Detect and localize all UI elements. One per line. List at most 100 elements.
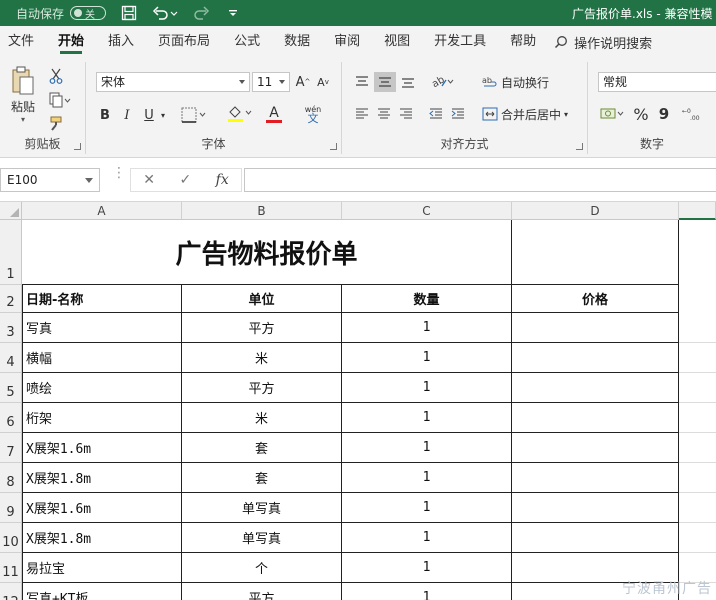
cell-qty[interactable]: 1 (342, 343, 512, 373)
undo-icon[interactable] (152, 4, 170, 22)
comma-style-button[interactable]: 9 (656, 104, 672, 124)
wrap-text-button[interactable]: ab 自动换行 (482, 72, 552, 92)
cell-unit[interactable]: 单写真 (182, 493, 342, 523)
tab-insert[interactable]: 插入 (96, 26, 146, 58)
clipboard-launcher[interactable] (74, 143, 81, 150)
alignment-launcher[interactable] (576, 143, 583, 150)
font-color-icon[interactable]: A (260, 102, 288, 126)
tab-data[interactable]: 数据 (272, 26, 322, 58)
format-painter-icon[interactable] (46, 114, 66, 134)
header-cell-name[interactable]: 日期-名称 (22, 285, 182, 313)
header-cell-unit[interactable]: 单位 (182, 285, 342, 313)
row-header[interactable]: 4 (0, 343, 22, 373)
align-right-icon[interactable] (396, 104, 416, 124)
cell-price[interactable] (512, 523, 679, 553)
merge-center-button[interactable]: 合并后居中 ▾ (482, 104, 580, 124)
insert-function-button[interactable]: fx (216, 172, 229, 188)
align-middle-icon[interactable] (374, 72, 396, 92)
increase-font-icon[interactable]: A ^ (294, 72, 312, 92)
font-name-select[interactable]: 宋体 (96, 72, 250, 92)
cell-unit[interactable]: 平方 (182, 373, 342, 403)
font-launcher[interactable] (330, 143, 337, 150)
select-all-corner[interactable] (0, 202, 22, 220)
cut-icon[interactable] (46, 66, 66, 86)
orientation-icon[interactable]: ab (428, 70, 456, 92)
cell-qty[interactable]: 1 (342, 463, 512, 493)
tab-developer[interactable]: 开发工具 (422, 26, 498, 58)
align-left-icon[interactable] (352, 104, 372, 124)
row-header[interactable]: 9 (0, 493, 22, 523)
cell-qty[interactable]: 1 (342, 523, 512, 553)
row-header[interactable]: 8 (0, 463, 22, 493)
cell-name[interactable]: 易拉宝 (22, 553, 182, 583)
cell-name[interactable]: X展架1.8m (22, 523, 182, 553)
header-cell-price[interactable]: 价格 (512, 285, 679, 313)
cell-price[interactable] (512, 493, 679, 523)
tab-review[interactable]: 审阅 (322, 26, 372, 58)
customize-toolbar-icon[interactable] (224, 4, 242, 22)
underline-dropdown-icon[interactable]: ▾ (158, 104, 168, 126)
column-header-b[interactable]: B (182, 202, 342, 220)
cell-unit[interactable]: 套 (182, 463, 342, 493)
underline-button[interactable]: U (140, 104, 158, 126)
tab-home[interactable]: 开始 (46, 26, 96, 58)
tab-formulas[interactable]: 公式 (222, 26, 272, 58)
cell-name[interactable]: X展架1.6m (22, 433, 182, 463)
fill-color-icon[interactable] (226, 102, 254, 126)
tab-file[interactable]: 文件 (0, 26, 46, 58)
column-header-a[interactable]: A (22, 202, 182, 220)
row-header[interactable]: 12 (0, 583, 22, 600)
undo-dropdown-icon[interactable] (170, 4, 178, 22)
tab-help[interactable]: 帮助 (498, 26, 548, 58)
percent-button[interactable]: % (632, 104, 650, 124)
cell-unit[interactable]: 单写真 (182, 523, 342, 553)
cell-price[interactable] (512, 313, 679, 343)
cell-qty[interactable]: 1 (342, 553, 512, 583)
cell-unit[interactable]: 个 (182, 553, 342, 583)
cell-name[interactable]: 喷绘 (22, 373, 182, 403)
phonetic-icon[interactable]: wén 文 (300, 102, 326, 126)
align-center-icon[interactable] (374, 104, 394, 124)
name-box[interactable]: E100 (0, 168, 100, 192)
cell-qty[interactable]: 1 (342, 583, 512, 600)
borders-icon[interactable] (180, 104, 208, 126)
cell-qty[interactable]: 1 (342, 313, 512, 343)
cell-unit[interactable]: 米 (182, 343, 342, 373)
row-header[interactable]: 10 (0, 523, 22, 553)
header-cell-qty[interactable]: 数量 (342, 285, 512, 313)
autosave-toggle[interactable]: 关 (70, 6, 107, 21)
sheet-title-cell[interactable]: 广告物料报价单 (22, 220, 512, 285)
enter-icon[interactable]: ✓ (179, 172, 191, 188)
cell-unit[interactable]: 平方 (182, 583, 342, 600)
font-size-select[interactable]: 11 (252, 72, 290, 92)
row-header[interactable]: 2 (0, 285, 22, 313)
italic-button[interactable]: I (118, 104, 136, 126)
accounting-format-icon[interactable] (598, 104, 628, 124)
decrease-font-icon[interactable]: Av (314, 72, 332, 92)
paste-button[interactable]: 粘贴 ▾ (6, 64, 40, 126)
row-header[interactable]: 5 (0, 373, 22, 403)
redo-icon[interactable] (192, 4, 210, 22)
column-header-e[interactable] (679, 202, 716, 220)
cell-name[interactable]: X展架1.6m (22, 493, 182, 523)
cell-name[interactable]: 横幅 (22, 343, 182, 373)
cell-unit[interactable]: 平方 (182, 313, 342, 343)
row-header[interactable]: 1 (0, 220, 22, 285)
save-icon[interactable] (120, 4, 138, 22)
column-header-c[interactable]: C (342, 202, 512, 220)
cell-qty[interactable]: 1 (342, 373, 512, 403)
cell-name[interactable]: 桁架 (22, 403, 182, 433)
row-header[interactable]: 3 (0, 313, 22, 343)
cell-name[interactable]: 写真+KT板 (22, 583, 182, 600)
copy-icon[interactable] (46, 90, 74, 110)
cell-qty[interactable]: 1 (342, 493, 512, 523)
cell-qty[interactable]: 1 (342, 433, 512, 463)
increase-indent-icon[interactable] (448, 104, 468, 124)
cell-price[interactable] (512, 343, 679, 373)
row-header[interactable]: 11 (0, 553, 22, 583)
formula-input[interactable] (244, 168, 716, 192)
number-format-select[interactable]: 常规 (598, 72, 716, 92)
decrease-indent-icon[interactable] (426, 104, 446, 124)
tab-page-layout[interactable]: 页面布局 (146, 26, 222, 58)
cancel-icon[interactable]: ✕ (143, 172, 155, 188)
